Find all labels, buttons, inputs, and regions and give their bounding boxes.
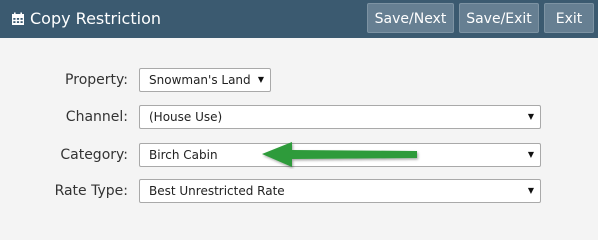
- rate-type-select-value: Best Unrestricted Rate: [149, 184, 285, 198]
- category-select-value: Birch Cabin: [149, 148, 218, 162]
- save-exit-button[interactable]: Save/Exit: [459, 3, 539, 33]
- channel-label: Channel:: [65, 109, 128, 125]
- chevron-down-icon: ▼: [257, 75, 264, 84]
- calendar-icon: [12, 12, 24, 25]
- category-select[interactable]: Birch Cabin ▼: [139, 143, 541, 167]
- page-title: Copy Restriction: [11, 9, 161, 29]
- rate-type-select[interactable]: Best Unrestricted Rate ▼: [139, 179, 541, 203]
- rate-type-row: Rate Type: Best Unrestricted Rate ▼: [0, 179, 598, 203]
- category-row: Category: Birch Cabin ▼: [0, 143, 598, 167]
- header-bar: Copy Restriction Save/Next Save/Exit Exi…: [0, 0, 598, 38]
- channel-row: Channel: (House Use) ▼: [0, 105, 598, 129]
- property-label: Property:: [65, 72, 128, 88]
- property-select[interactable]: Snowman's Land ▼: [139, 68, 271, 92]
- channel-select-value: (House Use): [149, 110, 223, 124]
- page-title-text: Copy Restriction: [30, 9, 161, 28]
- property-row: Property: Snowman's Land ▼: [0, 68, 598, 92]
- chevron-down-icon: ▼: [527, 112, 534, 121]
- exit-button[interactable]: Exit: [544, 3, 594, 33]
- chevron-down-icon: ▼: [527, 186, 534, 195]
- rate-type-label: Rate Type:: [54, 183, 128, 199]
- channel-select[interactable]: (House Use) ▼: [139, 105, 541, 129]
- property-select-value: Snowman's Land: [149, 73, 251, 87]
- category-label: Category:: [60, 147, 128, 163]
- chevron-down-icon: ▼: [527, 150, 534, 159]
- save-next-button[interactable]: Save/Next: [367, 3, 454, 33]
